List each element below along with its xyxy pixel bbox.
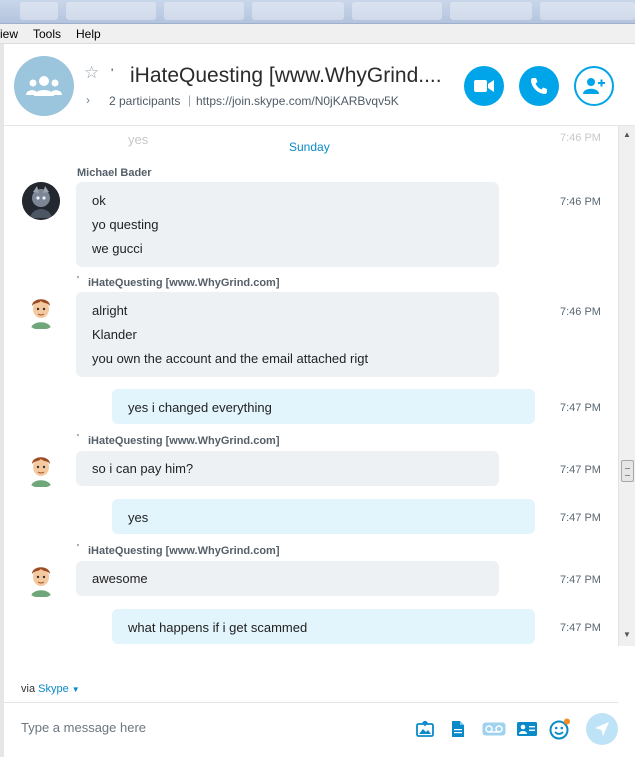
scrollbar-thumb[interactable] [621,460,634,482]
message-text: we gucci [92,241,143,256]
message-time: 7:46 PM [560,196,601,208]
group-avatar[interactable] [14,56,74,116]
message-text: awesome [92,571,148,586]
scroll-up-icon[interactable]: ▲ [623,130,631,139]
avatar[interactable] [22,560,60,598]
message-text: yes [128,510,149,525]
message-time: 7:47 PM [560,574,601,586]
message-text: yo questing [92,217,159,232]
own-message-bubble[interactable]: what happens if i get scammed [112,609,535,644]
taskbar-item[interactable] [540,2,635,20]
video-call-button[interactable] [464,66,504,106]
menu-view[interactable]: iew [0,27,18,41]
avatar-image [22,560,60,598]
message-text: Klander [92,327,137,342]
avatar[interactable] [22,182,60,220]
voice-message-button[interactable] [481,718,507,740]
menu-help[interactable]: Help [76,27,101,41]
title-tick: ' [111,66,114,80]
send-button[interactable] [586,713,618,745]
menu-bar: iew Tools Help [0,24,635,44]
add-participant-button[interactable] [574,66,614,106]
media-button[interactable] [414,718,436,740]
contact-card-icon [517,722,537,736]
taskbar-item[interactable] [252,2,344,20]
taskbar-item[interactable] [164,2,244,20]
avatar-image [22,182,60,220]
composer-divider [4,702,618,703]
message-text: ok [92,193,106,208]
sender-tick: ' [77,543,79,554]
own-message-bubble[interactable]: yes i changed everything [112,389,535,424]
participants-count[interactable]: 2 participants [109,94,180,108]
audio-call-icon [531,78,547,94]
message-time: 7:47 PM [560,512,601,524]
audio-call-button[interactable] [519,66,559,106]
avatar[interactable] [22,292,60,330]
sender-name: iHateQuesting [www.WhyGrind.com] [88,435,280,447]
scroll-down-icon[interactable]: ▼ [623,630,631,639]
send-contact-button[interactable] [516,718,538,740]
sender-tick: ' [77,433,79,444]
window-taskbar-strip [0,0,635,24]
conversation-header: ☆ ' iHateQuesting [www.WhyGrind.... › 2 … [4,44,635,126]
media-icon [416,721,434,737]
avatar-image [22,292,60,330]
sender-name: Michael Bader [77,167,152,179]
video-call-icon [474,80,494,92]
message-time: 7:47 PM [560,464,601,476]
message-time: 7:47 PM [560,402,601,414]
message-text: you own the account and the email attach… [92,351,369,366]
message-text: so i can pay him? [92,461,194,476]
avatar[interactable] [22,450,60,488]
via-prefix: via [21,683,36,695]
message-time: 7:47 PM [560,622,601,634]
send-file-button[interactable] [447,718,469,740]
via-skype-label: Skype [38,683,69,695]
message-text: yes i changed everything [128,400,272,415]
message-bubble[interactable]: so i can pay him? [76,451,499,486]
chevron-down-icon: ▼ [71,685,80,694]
header-separator: | [188,93,192,107]
chevron-right-icon[interactable]: › [86,93,90,107]
sender-tick: ' [77,275,79,286]
message-scrollbar[interactable]: ▲ ▼ [618,126,635,646]
faded-message: yes [128,132,149,147]
voice-message-icon [482,722,506,736]
day-separator: Sunday [289,140,330,154]
sender-name: iHateQuesting [www.WhyGrind.com] [88,277,280,289]
message-text: what happens if i get scammed [128,620,308,635]
sender-name: iHateQuesting [www.WhyGrind.com] [88,545,280,557]
message-bubble[interactable]: alright Klander you own the account and … [76,292,499,377]
message-list[interactable]: yes 7:46 PM Sunday Michael Bader ok yo q… [4,126,618,646]
message-input[interactable]: Type a message here [21,720,391,735]
taskbar-item[interactable] [450,2,532,20]
add-participant-icon [583,78,605,94]
taskbar-item[interactable] [20,2,58,20]
taskbar-item[interactable] [66,2,156,20]
star-icon[interactable]: ☆ [84,64,99,81]
join-link[interactable]: https://join.skype.com/N0jKARBvqv5K [196,94,399,108]
own-message-bubble[interactable]: yes [112,499,535,534]
via-skype: via Skype ▼ [21,683,80,695]
avatar-image [22,450,60,488]
emoticon-icon [549,718,570,740]
via-skype-dropdown[interactable]: Skype ▼ [38,683,80,695]
message-bubble[interactable]: awesome [76,561,499,596]
message-time: 7:46 PM [560,306,601,318]
faded-message-time: 7:46 PM [560,132,601,144]
message-bubble[interactable]: ok yo questing we gucci [76,182,499,267]
emoticons-button[interactable] [549,718,571,740]
send-icon [595,722,609,736]
message-text: alright [92,303,128,318]
taskbar-item[interactable] [352,2,442,20]
conversation-title[interactable]: iHateQuesting [www.WhyGrind.... [130,64,442,88]
group-icon [26,76,62,96]
file-icon [452,721,464,737]
menu-tools[interactable]: Tools [33,27,61,41]
